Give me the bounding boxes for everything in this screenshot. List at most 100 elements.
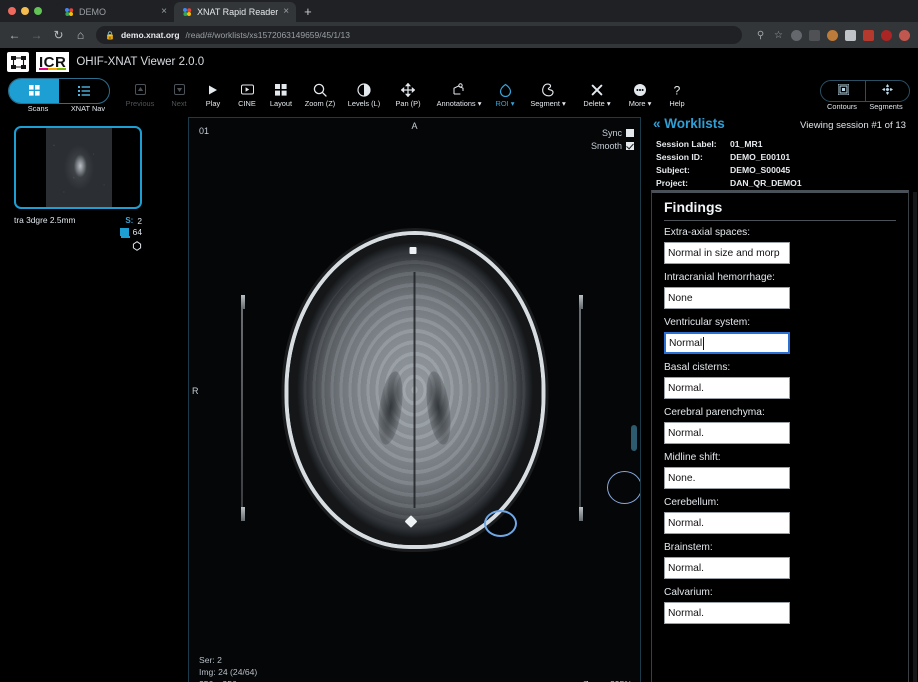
frame-count-value: 64 (133, 227, 142, 237)
smooth-toggle[interactable]: Smooth (591, 139, 634, 152)
toolbar-button-more[interactable]: More ▾ (620, 82, 660, 108)
external-marker-rod (579, 295, 583, 309)
roi-annotation-circle[interactable] (607, 471, 641, 504)
address-bar[interactable]: 🔒 demo.xnat.org/read/#/worklists/xs15720… (96, 26, 742, 44)
fiducial-marker (409, 247, 416, 254)
toolbar-button-play[interactable]: Play (196, 82, 230, 108)
extension-icon[interactable] (845, 30, 856, 41)
toolbar-button-pan[interactable]: Pan (P) (386, 82, 430, 108)
field-input[interactable]: Normal. (664, 512, 790, 534)
maximize-window-button[interactable] (34, 7, 42, 15)
toolbar-button-delete[interactable]: Delete ▾ (574, 82, 620, 108)
toolbar-button-annotations[interactable]: Annotations ▾ (430, 82, 488, 108)
toolbar-button-next[interactable]: Next (162, 82, 196, 108)
toolbar-label-annotations: Annotations ▾ (437, 99, 482, 108)
toolbar-button-help[interactable]: ? Help (660, 82, 694, 108)
profile-avatar-icon[interactable] (881, 30, 892, 41)
roi-annotation-circle[interactable] (484, 510, 517, 537)
new-tab-button[interactable]: + (296, 2, 320, 22)
field-input[interactable]: None. (664, 467, 790, 489)
toolbar-button-contours[interactable] (821, 81, 865, 101)
forward-icon[interactable]: → (30, 28, 43, 42)
minimize-window-button[interactable] (21, 7, 29, 15)
cine-icon (241, 82, 254, 97)
back-icon[interactable]: ← (8, 28, 21, 42)
field-input[interactable]: Normal. (664, 602, 790, 624)
toolbar-button-roi[interactable]: ROI ▾ (488, 82, 522, 108)
toolbar-label-zoom: Zoom (Z) (305, 99, 335, 108)
midline-falx (414, 272, 416, 508)
reload-icon[interactable]: ↻ (52, 28, 65, 42)
toolbar-button-scans[interactable] (9, 79, 59, 103)
home-icon[interactable]: ⌂ (74, 28, 87, 42)
toolbar-button-xnat-nav[interactable] (59, 79, 109, 103)
series-number-value: 2 (137, 216, 142, 226)
field-label: Extra-axial spaces: (664, 227, 896, 238)
xnat-favicon (182, 7, 192, 17)
toolbar-button-zoom[interactable]: Zoom (Z) (298, 82, 342, 108)
extension-icon[interactable] (791, 30, 802, 41)
app-logo-icon[interactable] (7, 52, 29, 72)
play-icon (207, 82, 219, 97)
zoom-icon[interactable]: ⚲ (755, 30, 766, 41)
findings-field-intracranial-hemorrhage: Intracranial hemorrhage: None (652, 272, 908, 309)
field-input[interactable]: Normal. (664, 377, 790, 399)
brain-mri-slice (288, 235, 541, 545)
bookmark-star-icon[interactable]: ☆ (773, 30, 784, 41)
toolbar-button-segment[interactable]: Segment ▾ (522, 82, 574, 108)
toolbar-label-pan: Pan (P) (395, 99, 420, 108)
series-thumbnail-card[interactable]: tra 3dgre 2.5mm S: 2 64 (14, 126, 142, 248)
toolbar-button-cine[interactable]: CINE (230, 82, 264, 108)
overlay-zoom-level: Zoom: 295% (534, 678, 632, 682)
close-icon[interactable]: × (283, 7, 289, 17)
field-label: Ventricular system: (664, 317, 896, 328)
metadata-value: DEMO_S00045 (730, 164, 790, 177)
sync-checkbox[interactable] (626, 129, 634, 137)
metadata-value: DAN_QR_DEMO1 (730, 177, 802, 190)
field-input[interactable]: Normal (664, 332, 790, 354)
field-input[interactable]: Normal in size and morp (664, 242, 790, 264)
orientation-marker-anterior: A (411, 121, 417, 131)
browser-omnibar: ← → ↻ ⌂ 🔒 demo.xnat.org/read/#/worklists… (0, 22, 918, 48)
grid-icon (29, 85, 40, 96)
metadata-key: Session ID: (656, 151, 730, 164)
metadata-key: Session Label: (656, 138, 730, 151)
toolbar-label-more: More ▾ (629, 99, 652, 108)
findings-field-cerebellum: Cerebellum: Normal. (652, 497, 908, 534)
series-thumbnail-image[interactable] (14, 126, 142, 209)
browser-tab-demo[interactable]: DEMO × (56, 2, 174, 22)
sync-label: Sync (602, 128, 622, 138)
browser-tab-xnat-rapid-reader[interactable]: XNAT Rapid Reader × (174, 2, 296, 22)
viewport-scrollbar[interactable] (631, 425, 637, 451)
smooth-checkbox[interactable] (626, 142, 634, 150)
series-number-key: S: (125, 216, 133, 225)
toolbar-button-segments[interactable] (865, 81, 909, 101)
extension-icon[interactable] (827, 30, 838, 41)
toolbar-button-layout[interactable]: Layout (264, 82, 298, 108)
window-traffic-lights[interactable] (8, 0, 56, 22)
findings-scrollbar[interactable] (913, 192, 917, 682)
dicom-viewport[interactable]: 01 A R Sync Smooth Ser: 2 Img: 24 (24/64… (188, 117, 641, 682)
metadata-row: Subject: DEMO_S00045 (656, 164, 906, 177)
field-input[interactable]: None (664, 287, 790, 309)
back-to-worklists-link[interactable]: « Worklists (653, 116, 725, 131)
thumbnail-slice-preview (46, 128, 112, 207)
toolbar-button-levels[interactable]: Levels (L) (342, 82, 386, 108)
browser-toolbar-icons: ⚲ ☆ (755, 30, 910, 41)
roi-icon (499, 82, 512, 97)
extension-icon[interactable] (809, 30, 820, 41)
close-window-button[interactable] (8, 7, 16, 15)
field-input[interactable]: Normal. (664, 557, 790, 579)
text-caret (703, 337, 704, 350)
scans-nav-toggle-group: Scans XNAT Nav (8, 78, 118, 113)
close-icon[interactable]: × (161, 7, 167, 17)
field-input[interactable]: Normal. (664, 422, 790, 444)
toolbar-label-xnat-nav: XNAT Nav (63, 104, 113, 113)
extension-icon[interactable] (863, 30, 874, 41)
toolbar-button-previous[interactable]: Previous (118, 82, 162, 108)
app-header: ICR OHIF-XNAT Viewer 2.0.0 (0, 48, 918, 76)
sync-toggle[interactable]: Sync (591, 126, 634, 139)
toolbar-label-cine: CINE (238, 99, 256, 108)
menu-icon[interactable] (899, 30, 910, 41)
series-name: tra 3dgre 2.5mm (14, 215, 75, 248)
